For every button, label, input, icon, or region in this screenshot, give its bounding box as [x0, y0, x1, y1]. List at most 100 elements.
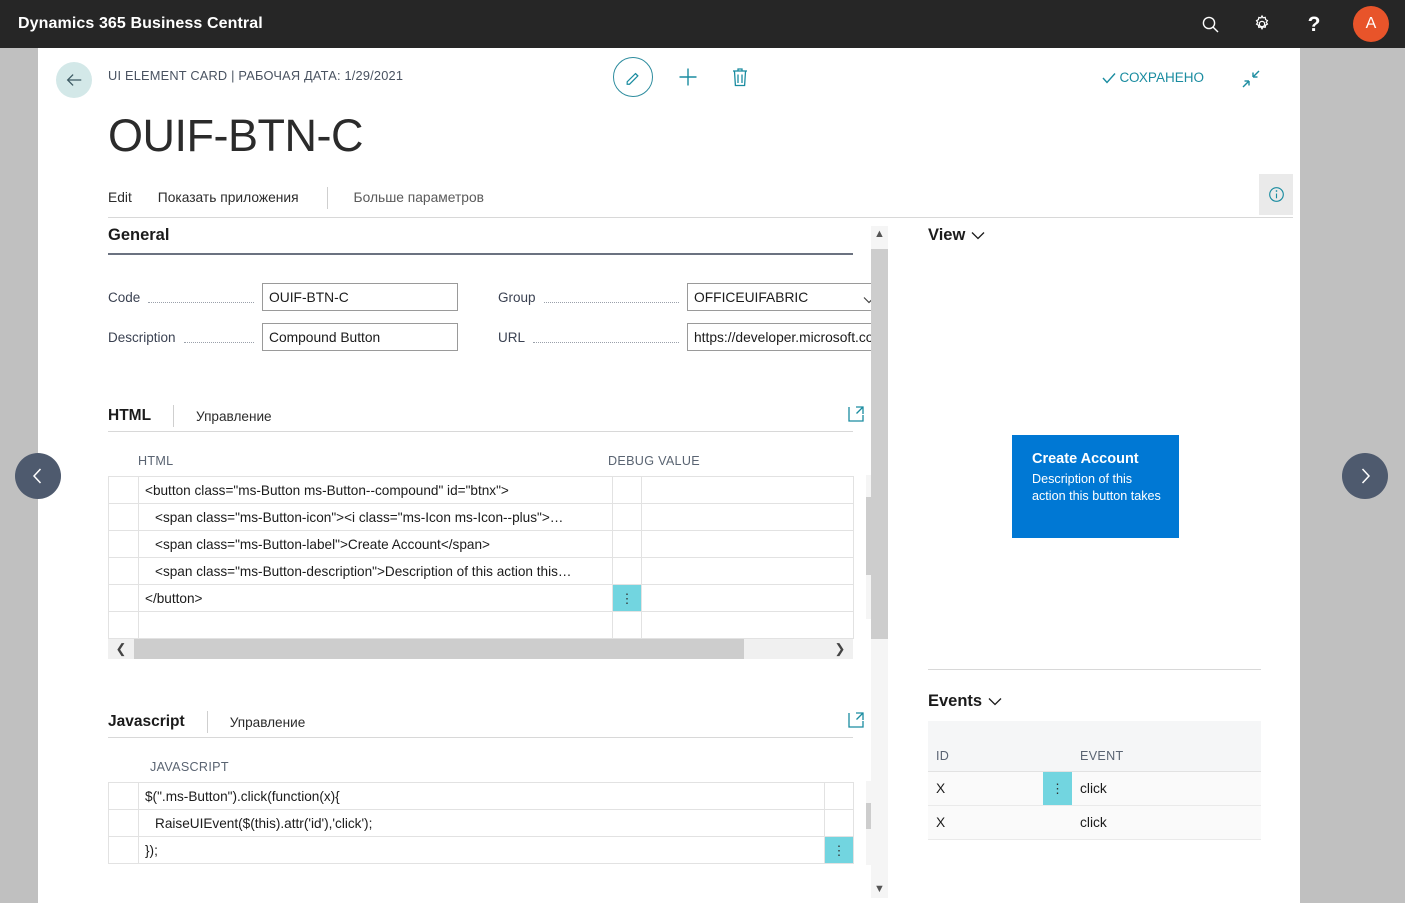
search-icon[interactable] [1197, 11, 1223, 37]
vertical-dots-icon: ⋮ [1051, 780, 1064, 796]
row-selector[interactable] [108, 584, 139, 612]
row-options-cell[interactable] [612, 530, 642, 558]
scroll-thumb[interactable] [871, 249, 888, 639]
table-row[interactable]: X ⋮ click [928, 771, 1261, 806]
table-row[interactable] [108, 611, 854, 639]
javascript-section-header: Javascript Управление [108, 707, 883, 737]
html-table[interactable]: <button class="ms-Button ms-Button--comp… [108, 476, 854, 639]
row-selector[interactable] [108, 503, 139, 531]
event-id-cell[interactable]: X [928, 771, 1043, 806]
row-options-cell[interactable] [612, 611, 642, 639]
row-options-icon[interactable]: ⋮ [1043, 771, 1072, 806]
next-record-button[interactable] [1342, 453, 1388, 499]
tab-edit[interactable]: Edit [108, 190, 132, 205]
table-row[interactable]: Xclick [928, 805, 1261, 840]
row-options-icon[interactable]: ⋮ [612, 584, 642, 612]
edit-pencil-icon[interactable] [613, 57, 653, 97]
javascript-cell[interactable]: RaiseUIEvent($(this).attr('id'),'click')… [138, 809, 825, 837]
html-cell[interactable] [138, 611, 613, 639]
table-row[interactable]: $(".ms-Button").click(function(x){ [108, 782, 854, 810]
row-options-cell[interactable] [824, 782, 854, 810]
main-vertical-scrollbar[interactable]: ▲ ▼ [871, 226, 888, 898]
tab-show-apps[interactable]: Показать приложения [158, 190, 299, 205]
row-selector[interactable] [108, 782, 139, 810]
open-in-new-icon[interactable] [847, 405, 865, 428]
url-value: https://developer.microsoft.co [694, 329, 874, 345]
row-selector[interactable] [108, 611, 139, 639]
scroll-up-arrow[interactable]: ▲ [874, 226, 885, 243]
debug-value-cell[interactable] [641, 584, 854, 612]
javascript-cell[interactable]: }); [138, 836, 825, 864]
row-options-cell[interactable] [1043, 805, 1072, 840]
row-selector[interactable] [108, 809, 139, 837]
event-id-cell[interactable]: X [928, 805, 1043, 840]
html-grid-header: HTML DEBUG VALUE [108, 454, 883, 476]
scroll-right-arrow[interactable]: ❯ [827, 641, 853, 657]
table-row[interactable]: }); ⋮ [108, 836, 854, 864]
event-name-cell[interactable]: click [1072, 771, 1261, 806]
hscroll-thumb[interactable] [134, 639, 744, 659]
html-cell[interactable]: <span class="ms-Button-icon"><i class="m… [138, 503, 613, 531]
table-row[interactable]: <span class="ms-Button-description">Desc… [108, 557, 854, 585]
plus-icon[interactable] [671, 60, 705, 94]
view-panel-header[interactable]: View [928, 226, 1278, 245]
row-selector[interactable] [108, 836, 139, 864]
events-table[interactable]: ID EVENT X ⋮ click Xclick [928, 721, 1261, 840]
javascript-manage-action[interactable]: Управление [230, 715, 306, 730]
table-row[interactable]: <button class="ms-Button ms-Button--comp… [108, 476, 854, 504]
javascript-cell[interactable]: $(".ms-Button").click(function(x){ [138, 782, 825, 810]
scroll-left-arrow[interactable]: ❮ [108, 641, 134, 657]
trash-icon[interactable] [723, 60, 757, 94]
help-icon[interactable]: ? [1301, 11, 1327, 37]
scroll-track[interactable] [871, 243, 888, 881]
description-input[interactable]: Compound Button [262, 323, 458, 351]
scroll-down-arrow[interactable]: ▼ [874, 881, 885, 898]
field-row-2: Description Compound Button URL https://… [108, 323, 883, 351]
html-cell[interactable]: </button> [138, 584, 613, 612]
html-cell[interactable]: <span class="ms-Button-description">Desc… [138, 557, 613, 585]
row-selector[interactable] [108, 557, 139, 585]
events-panel-header[interactable]: Events [928, 692, 1278, 711]
html-cell[interactable]: <button class="ms-Button ms-Button--comp… [138, 476, 613, 504]
javascript-table[interactable]: $(".ms-Button").click(function(x){RaiseU… [108, 782, 854, 864]
saved-status[interactable]: СОХРАНЕНО [1102, 70, 1204, 85]
avatar[interactable]: A [1353, 6, 1389, 42]
row-selector[interactable] [108, 530, 139, 558]
html-horizontal-scrollbar[interactable]: ❮ ❯ [108, 639, 853, 659]
html-manage-action[interactable]: Управление [196, 409, 272, 424]
events-panel-title: Events [928, 692, 983, 710]
row-options-cell[interactable] [612, 503, 642, 531]
table-row[interactable]: <span class="ms-Button-label">Create Acc… [108, 530, 854, 558]
debug-value-cell[interactable] [641, 476, 854, 504]
chevron-down-icon[interactable] [971, 226, 985, 245]
debug-value-cell[interactable] [641, 530, 854, 558]
debug-value-cell[interactable] [641, 611, 854, 639]
open-in-new-icon[interactable] [847, 711, 865, 734]
group-select[interactable]: OFFICEUIFABRIC [687, 283, 883, 311]
back-button[interactable] [56, 62, 92, 98]
row-options-cell[interactable] [824, 809, 854, 837]
table-row[interactable]: RaiseUIEvent($(this).attr('id'),'click')… [108, 809, 854, 837]
debug-value-cell[interactable] [641, 557, 854, 585]
table-row[interactable]: <span class="ms-Button-icon"><i class="m… [108, 503, 854, 531]
main-content: General Code OUIF-BTN-C Group OFFICEUIFA… [108, 226, 883, 898]
previous-record-button[interactable] [15, 453, 61, 499]
info-icon[interactable] [1259, 174, 1293, 215]
code-input[interactable]: OUIF-BTN-C [262, 283, 458, 311]
compound-button-preview[interactable]: Create Account Description of this actio… [1012, 435, 1179, 538]
row-options-cell[interactable] [612, 557, 642, 585]
chevron-down-icon[interactable] [988, 692, 1002, 711]
debug-value-cell[interactable] [641, 503, 854, 531]
row-selector[interactable] [108, 476, 139, 504]
hscroll-track[interactable] [134, 639, 827, 659]
collapse-icon[interactable] [1242, 70, 1260, 93]
event-name-cell[interactable]: click [1072, 805, 1261, 840]
page-card: UI ELEMENT CARD | РАБОЧАЯ ДАТА: 1/29/202… [38, 48, 1300, 903]
url-input[interactable]: https://developer.microsoft.co [687, 323, 883, 351]
gear-icon[interactable] [1249, 11, 1275, 37]
row-options-icon[interactable]: ⋮ [824, 836, 854, 864]
table-row[interactable]: </button> ⋮ [108, 584, 854, 612]
tab-more-options[interactable]: Больше параметров [354, 190, 484, 205]
html-cell[interactable]: <span class="ms-Button-label">Create Acc… [138, 530, 613, 558]
row-options-cell[interactable] [612, 476, 642, 504]
